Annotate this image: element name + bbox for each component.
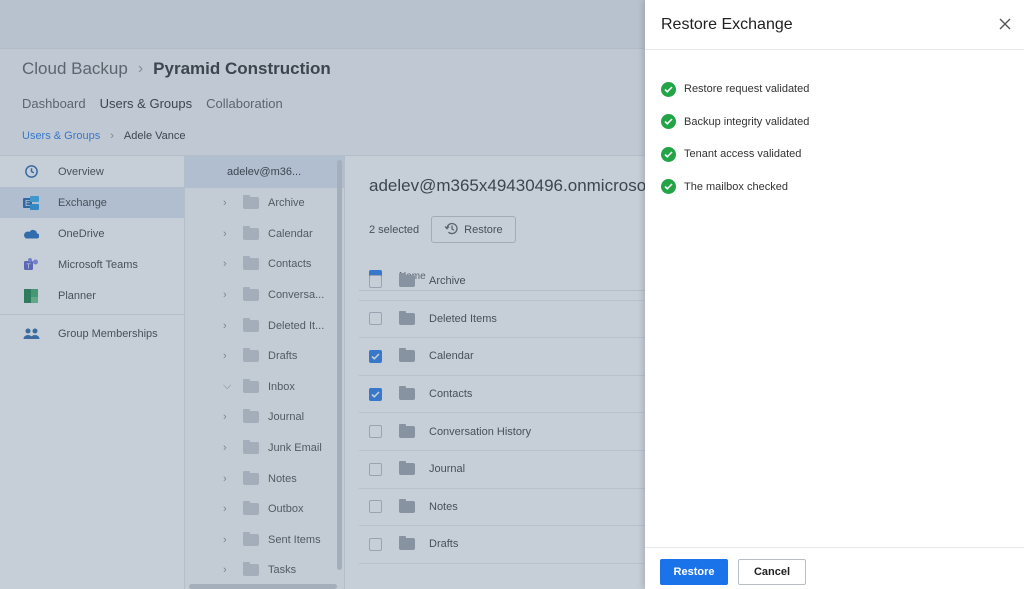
panel-header: Restore Exchange <box>645 0 1024 50</box>
check-circle-icon <box>661 179 676 195</box>
modal-overlay[interactable] <box>0 0 645 589</box>
cancel-button[interactable]: Cancel <box>738 559 806 585</box>
restore-button[interactable]: Restore <box>660 559 728 585</box>
check-circle-icon <box>661 114 676 130</box>
validation-item: The mailbox checked <box>661 171 809 204</box>
validation-item: Tenant access validated <box>661 138 809 171</box>
validation-label: The mailbox checked <box>684 180 788 193</box>
check-circle-icon <box>661 146 676 162</box>
panel-title: Restore Exchange <box>661 16 793 33</box>
validation-label: Restore request validated <box>684 83 810 96</box>
restore-exchange-panel: Restore Exchange Restore request validat… <box>645 0 1024 589</box>
validation-label: Backup integrity validated <box>684 115 810 128</box>
validation-list: Restore request validated Backup integri… <box>661 73 809 203</box>
validation-item: Restore request validated <box>661 73 809 106</box>
validation-item: Backup integrity validated <box>661 106 809 139</box>
check-circle-icon <box>661 81 676 97</box>
panel-footer: Restore Cancel <box>645 547 1024 589</box>
validation-label: Tenant access validated <box>684 148 802 161</box>
close-icon[interactable] <box>996 15 1014 33</box>
